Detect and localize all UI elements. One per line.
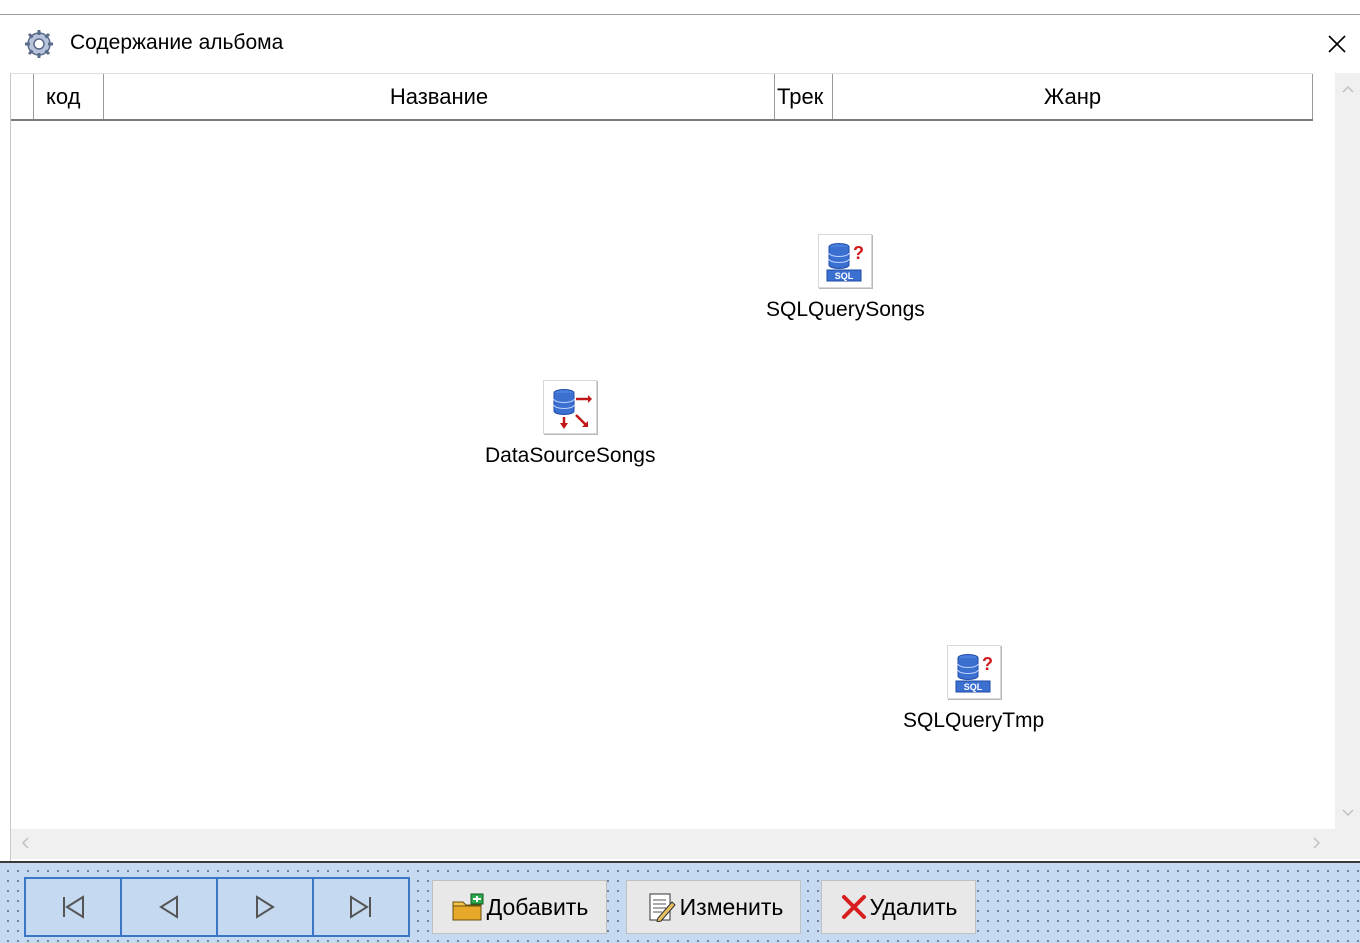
last-record-icon [350, 895, 371, 919]
songs-grid[interactable]: код Название Трек Жанр [10, 73, 1360, 861]
column-header-name[interactable]: Название [104, 74, 775, 119]
close-button[interactable] [1314, 15, 1360, 73]
edit-button[interactable]: Изменить [626, 880, 801, 934]
scroll-down-icon[interactable] [1342, 809, 1354, 817]
title-bar: Содержание альбома [0, 15, 1360, 73]
form-window: Содержание альбома код Название Трек Жан… [0, 14, 1360, 943]
component-label: SQLQueryTmp [903, 709, 1045, 732]
column-header-genre[interactable]: Жанр [833, 74, 1313, 119]
svg-text:?: ? [982, 654, 993, 674]
delete-button-label: Удалить [869, 893, 958, 920]
component-label: DataSourceSongs [485, 444, 656, 467]
db-navigator [24, 877, 410, 937]
svg-text:SQL: SQL [963, 682, 982, 692]
column-header-track[interactable]: Трек [775, 74, 833, 119]
scroll-up-icon[interactable] [1342, 85, 1354, 93]
component-label: SQLQuerySongs [766, 298, 925, 321]
vertical-scrollbar[interactable] [1335, 73, 1360, 829]
svg-text:SQL: SQL [835, 271, 854, 281]
next-record-icon [256, 895, 275, 919]
edit-button-label: Изменить [679, 893, 784, 920]
component-sqlquerysongs[interactable]: ? SQL SQLQuerySongs [766, 234, 925, 322]
app-gear-icon [24, 29, 54, 59]
nav-prior-button[interactable] [122, 879, 218, 935]
window-title: Содержание альбома [70, 31, 284, 54]
nav-last-button[interactable] [314, 879, 408, 935]
prior-record-icon [159, 895, 178, 919]
column-header-kod[interactable]: код [34, 74, 104, 119]
delete-button[interactable]: Удалить [821, 880, 976, 934]
delete-x-icon [840, 893, 868, 921]
nav-first-button[interactable] [26, 879, 122, 935]
sql-query-icon: ? SQL [946, 645, 1001, 699]
nav-next-button[interactable] [218, 879, 314, 935]
component-sqlquerytmp[interactable]: ? SQL SQLQueryTmp [903, 645, 1044, 733]
add-button[interactable]: Добавить [432, 880, 607, 934]
svg-text:?: ? [853, 243, 864, 263]
sql-query-icon: ? SQL [818, 234, 873, 288]
scroll-left-icon[interactable] [21, 837, 29, 849]
component-datasourcesongs[interactable]: DataSourceSongs [485, 380, 655, 468]
add-folder-icon [451, 892, 485, 922]
datasource-icon [543, 380, 598, 434]
first-record-icon [63, 895, 84, 919]
edit-document-icon [644, 892, 678, 922]
close-icon [1328, 35, 1346, 53]
row-indicator-column [11, 74, 34, 119]
horizontal-scrollbar[interactable] [11, 829, 1360, 859]
grid-header: код Название Трек Жанр [11, 73, 1313, 121]
bottom-panel: Добавить Изменить Удалить [0, 861, 1360, 943]
scroll-right-icon[interactable] [1313, 837, 1321, 849]
add-button-label: Добавить [486, 893, 589, 920]
